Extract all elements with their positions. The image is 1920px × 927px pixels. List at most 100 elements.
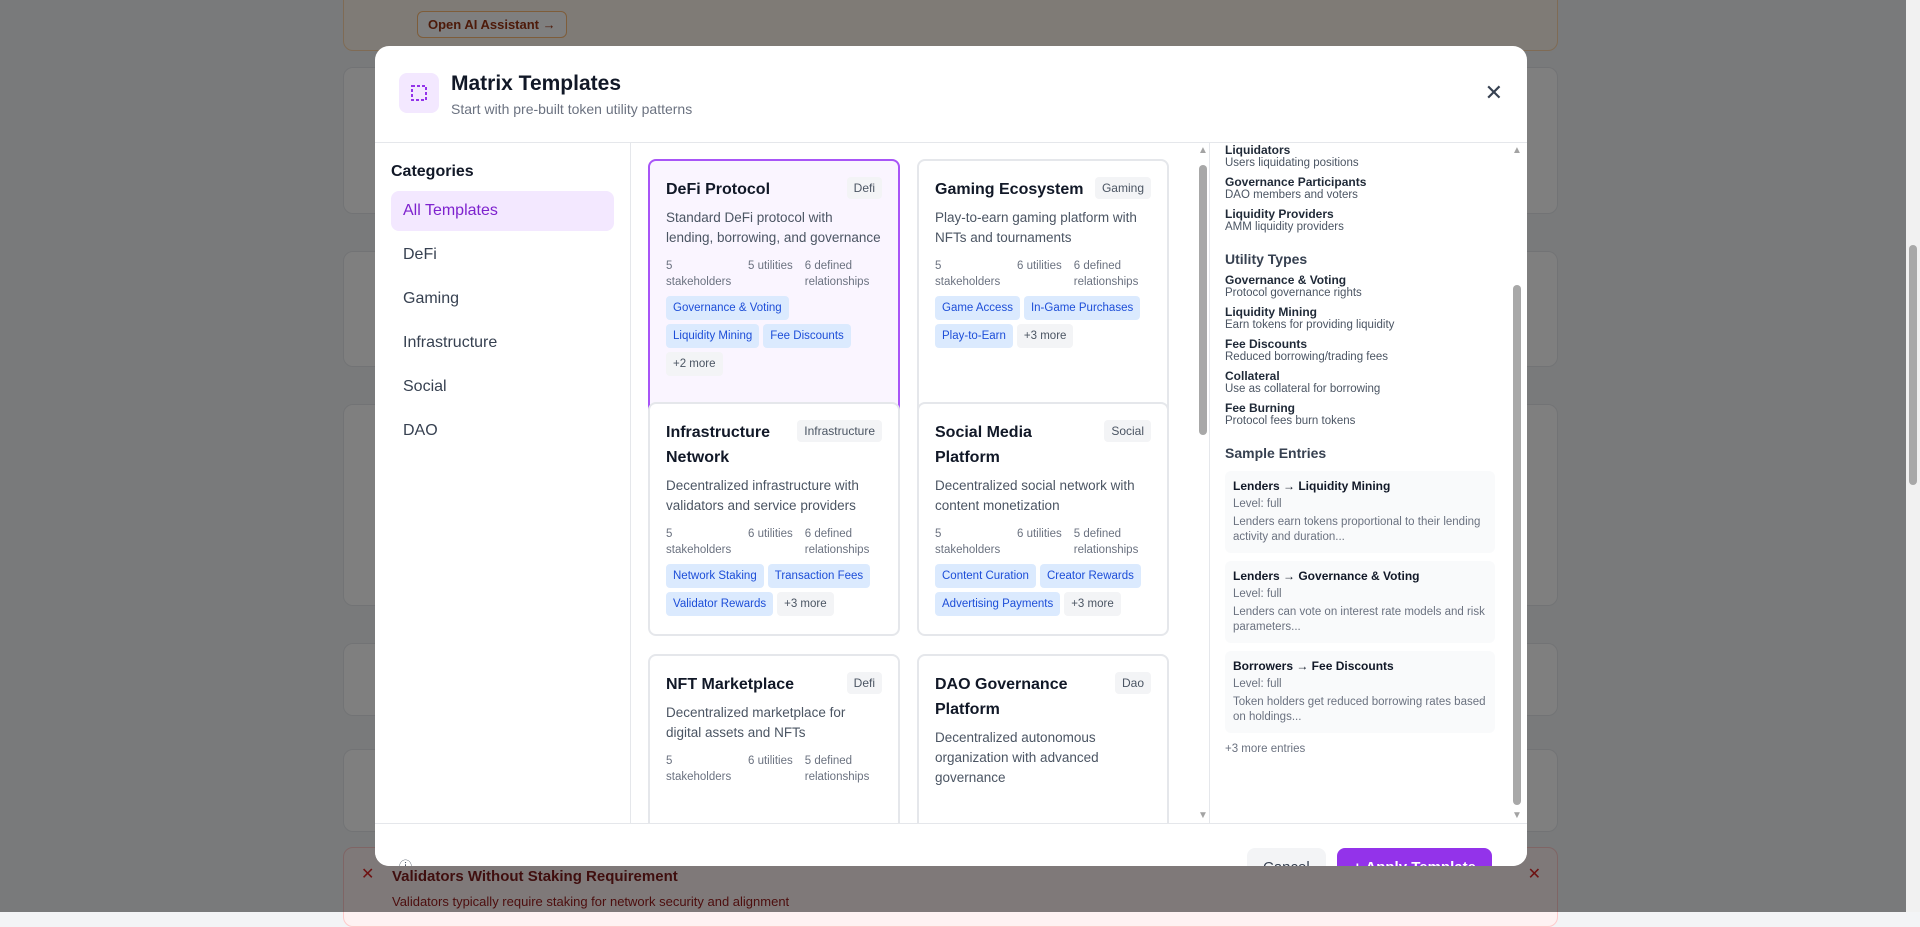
categories-heading: Categories	[391, 163, 474, 180]
more-tags-badge: +3 more	[1016, 324, 1074, 348]
utility-description: Reduced borrowing/trading fees	[1225, 351, 1389, 363]
template-card[interactable]: DAO Governance Platform Dao Decentralized …	[917, 654, 1169, 823]
template-description: Decentralized autonomous organization wi…	[935, 730, 1099, 785]
category-badge: Social	[1104, 420, 1151, 442]
more-tags-badge: +3 more	[777, 592, 834, 616]
entry-level: Level: full	[1233, 588, 1282, 600]
relationship-count: 6 defined relationships	[1073, 260, 1139, 288]
sample-entry: Lenders → Governance & Voting Level: full…	[1225, 561, 1495, 643]
utility-description: Use as collateral for borrowing	[1225, 383, 1381, 395]
entry-title: Lenders → Liquidity Mining	[1233, 479, 1391, 493]
template-icon	[399, 73, 439, 113]
template-description: Standard DeFi protocol with lending, bor…	[666, 210, 881, 245]
entry-level: Level: full	[1233, 678, 1282, 690]
template-card[interactable]: DeFi Protocol Defi Standard DeFi protocol …	[648, 159, 900, 417]
template-card[interactable]: Social Media Platform Social Decentralized…	[917, 402, 1169, 636]
category-badge: Infrastructure	[797, 420, 882, 442]
category-badge: Defi	[846, 177, 882, 199]
card-header: NFT Marketplace Defi	[666, 672, 882, 697]
template-stats: 5 stakeholders 5 utilities 6 defined relat…	[666, 258, 882, 290]
utility-tags: Governance & Voting Liquidity Mining Fee D…	[666, 296, 882, 376]
utility-types-heading: Utility Types	[1225, 251, 1308, 267]
entry-level: Level: full	[1233, 498, 1282, 510]
template-description: Decentralized marketplace for digital as…	[666, 705, 846, 740]
template-description: Play-to-earn gaming platform with NFTs a…	[935, 210, 1137, 245]
utility-description: Earn tokens for providing liquidity	[1225, 319, 1395, 331]
utility-name: Liquidity Mining	[1225, 305, 1317, 319]
apply-template-button[interactable]: + Apply Template	[1337, 848, 1492, 866]
more-tags-badge: +3 more	[1064, 592, 1121, 616]
category-dao[interactable]: DAO	[391, 411, 614, 451]
more-entries-text: +3 more entries	[1225, 743, 1306, 755]
stakeholder-count: 5 stakeholders	[935, 528, 1001, 556]
utility-name: Collateral	[1225, 369, 1280, 383]
sample-entry: Lenders → Liquidity Mining Level: full Len…	[1225, 471, 1495, 553]
category-defi[interactable]: DeFi	[391, 235, 614, 275]
utility-tag: Validator Rewards	[666, 592, 774, 616]
utility-count: 6 utilities	[1017, 528, 1062, 540]
template-title: Social Media Platform	[935, 424, 1032, 466]
utility-count: 6 utilities	[1017, 260, 1062, 272]
sample-entries-heading: Sample Entries	[1225, 445, 1327, 461]
card-header: Gaming Ecosystem Gaming	[935, 177, 1151, 202]
relationship-count: 5 defined relationships	[804, 755, 870, 783]
stakeholder-name: Liquidity Providers	[1225, 207, 1334, 221]
info-icon: ⓘ	[399, 856, 412, 866]
card-header: DeFi Protocol Defi	[666, 177, 882, 202]
close-icon[interactable]: ✕	[1485, 80, 1503, 106]
template-card[interactable]: Infrastructure Network Infrastructure Dece…	[648, 402, 900, 636]
card-header: Social Media Platform Social	[935, 420, 1151, 470]
cancel-button[interactable]: Cancel	[1247, 848, 1326, 866]
template-title: NFT Marketplace	[666, 676, 795, 693]
entry-title: Borrowers → Fee Discounts	[1233, 659, 1394, 673]
template-title: DAO Governance Platform	[935, 676, 1068, 718]
entry-title: Lenders → Governance & Voting	[1233, 569, 1420, 583]
template-card[interactable]: Gaming Ecosystem Gaming Play-to-earn gamin…	[917, 159, 1169, 417]
entry-description: Lenders earn tokens proportional to thei…	[1233, 516, 1481, 543]
sample-entry: Borrowers → Fee Discounts Level: full Toke…	[1225, 651, 1495, 733]
template-title: Gaming Ecosystem	[935, 181, 1084, 198]
utility-count: 6 utilities	[748, 755, 793, 767]
template-stats: 5 stakeholders 6 utilities 6 defined relat…	[935, 258, 1151, 290]
stakeholder-name: Governance Participants	[1225, 175, 1367, 189]
template-description: Decentralized social network with conten…	[935, 478, 1135, 513]
utility-description: Protocol governance rights	[1225, 287, 1362, 299]
utility-tags: Content Curation Creator Rewards Advertisi…	[935, 564, 1151, 616]
category-social[interactable]: Social	[391, 367, 614, 407]
utility-tag: Liquidity Mining	[666, 324, 760, 348]
utility-tag: Content Curation	[935, 564, 1036, 588]
utility-tags: Game Access In-Game Purchases Play-to-Earn…	[935, 296, 1151, 348]
category-all-templates[interactable]: All Templates	[391, 191, 614, 231]
category-gaming[interactable]: Gaming	[391, 279, 614, 319]
page-scrollbar[interactable]	[1906, 0, 1920, 912]
stakeholder-description: Users liquidating positions	[1225, 157, 1359, 169]
template-detail-panel: Liquidators Users liquidating positions Go…	[1209, 143, 1527, 823]
relationship-count: 6 defined relationships	[804, 260, 870, 288]
template-stats: 5 stakeholders 6 utilities 5 defined relat…	[666, 753, 882, 785]
utility-name: Fee Burning	[1225, 401, 1296, 415]
utility-tag: Transaction Fees	[767, 564, 871, 588]
card-header: Infrastructure Network Infrastructure	[666, 420, 882, 470]
utility-name: Governance & Voting	[1225, 273, 1347, 287]
utility-tag: Play-to-Earn	[935, 324, 1013, 348]
template-title: Infrastructure Network	[666, 424, 771, 466]
template-title: DeFi Protocol	[666, 181, 771, 198]
detail-scrollbar[interactable]: ▲ ▼	[1511, 143, 1523, 823]
utility-description: Protocol fees burn tokens	[1225, 415, 1356, 427]
relationship-count: 6 defined relationships	[804, 528, 870, 556]
utility-tag: Advertising Payments	[935, 592, 1061, 616]
modal-header: Matrix Templates Start with pre-built to…	[375, 46, 1527, 143]
utility-tag: In-Game Purchases	[1023, 296, 1141, 320]
category-badge: Dao	[1114, 672, 1151, 694]
utility-count: 6 utilities	[748, 528, 793, 540]
template-grid-scrollbar[interactable]: ▲ ▼	[1197, 143, 1209, 823]
modal-subtitle: Start with pre-built token utility patte…	[451, 101, 693, 117]
template-grid: DeFi Protocol Defi Standard DeFi protocol …	[631, 143, 1211, 823]
utility-tags: Network Staking Transaction Fees Validator…	[666, 564, 882, 616]
utility-tag: Game Access	[935, 296, 1020, 320]
template-stats: 5 stakeholders 6 utilities 6 defined relat…	[666, 526, 882, 558]
template-card[interactable]: NFT Marketplace Defi Decentralized marketp…	[648, 654, 900, 823]
template-description: Decentralized infrastructure with valida…	[666, 478, 859, 513]
category-infrastructure[interactable]: Infrastructure	[391, 323, 614, 363]
stakeholder-count: 5 stakeholders	[935, 260, 1001, 288]
